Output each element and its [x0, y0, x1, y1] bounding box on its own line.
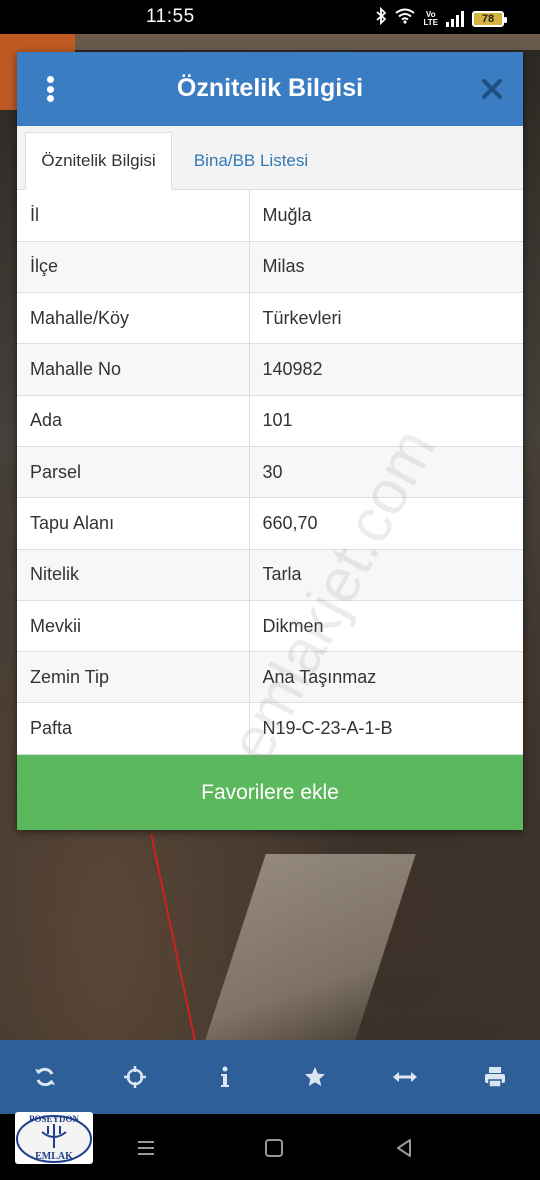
table-row: Ada 101: [17, 395, 523, 447]
attribute-key: Mevkii: [17, 600, 250, 653]
attribute-value: 30: [249, 446, 523, 499]
attribute-key: Pafta: [17, 702, 250, 755]
logo-bottom-text: EMLAK: [35, 1151, 73, 1162]
status-icons: Vo LTE 78: [375, 6, 507, 30]
map-road: [194, 854, 416, 1040]
dialog-title: Öznitelik Bilgisi: [176, 74, 364, 102]
logo-top-text: POSEYDON: [29, 1114, 80, 1124]
attribute-key: Parsel: [17, 446, 250, 499]
status-bar: 11:55 Vo LTE 78: [0, 0, 540, 34]
attribute-value: N19-C-23-A-1-B: [249, 702, 523, 755]
attribute-key: Zemin Tip: [17, 651, 250, 704]
attribute-value: 140982: [249, 343, 523, 396]
attribute-value: Türkevleri: [249, 292, 523, 345]
add-favorite-button[interactable]: Favorilere ekle: [17, 755, 523, 830]
crosshair-icon[interactable]: [113, 1055, 157, 1099]
table-row: Tapu Alanı 660,70: [17, 497, 523, 550]
refresh-icon[interactable]: [23, 1055, 67, 1099]
attribute-key: Nitelik: [17, 549, 250, 601]
dialog-header: Öznitelik Bilgisi: [17, 52, 523, 126]
tab-building-list[interactable]: Bina/BB Listesi: [177, 132, 325, 190]
info-icon[interactable]: [203, 1055, 247, 1099]
table-row: İlçe Milas: [17, 241, 523, 294]
attribute-value: 101: [249, 395, 523, 447]
attribute-key: Mahalle/Köy: [17, 292, 250, 345]
table-row: Zemin Tip Ana Taşınmaz: [17, 651, 523, 704]
attribute-key: İlçe: [17, 241, 250, 294]
attribute-value: Dikmen: [249, 600, 523, 653]
attribute-key: Tapu Alanı: [17, 497, 250, 550]
volte-icon: Vo LTE: [423, 9, 438, 27]
attribute-table: İl Muğla İlçe Milas Mahalle/Köy Türkevleri Mah…: [17, 190, 523, 755]
table-row: Mahalle No 140982: [17, 343, 523, 396]
table-row: Nitelik Tarla: [17, 549, 523, 601]
attribute-value: 660,70: [249, 497, 523, 550]
attribute-value: Milas: [249, 241, 523, 294]
map-strip: [0, 34, 540, 50]
close-icon[interactable]: [479, 76, 505, 102]
attribute-key: Mahalle No: [17, 343, 250, 396]
home-icon[interactable]: [260, 1134, 288, 1162]
measure-icon[interactable]: [383, 1055, 427, 1099]
table-row: Parsel 30: [17, 446, 523, 499]
attribute-value: Muğla: [249, 190, 523, 242]
poseydon-logo: POSEYDON EMLAK: [15, 1112, 93, 1164]
parcel-boundary-line: [150, 833, 202, 1040]
table-row: Pafta N19-C-23-A-1-B: [17, 702, 523, 755]
star-icon[interactable]: [293, 1055, 337, 1099]
table-row: İl Muğla: [17, 190, 523, 242]
recent-apps-icon[interactable]: [132, 1134, 160, 1162]
signal-icon: [446, 10, 464, 27]
attribute-dialog: Öznitelik Bilgisi Öznitelik Bilgisi Bina…: [17, 52, 523, 830]
wifi-icon: [395, 8, 416, 29]
attribute-value: Ana Taşınmaz: [249, 651, 523, 704]
battery-icon: 78: [472, 10, 507, 27]
table-row: Mevkii Dikmen: [17, 600, 523, 653]
attribute-value: Tarla: [249, 549, 523, 601]
bluetooth-icon: [375, 6, 387, 30]
print-icon[interactable]: [473, 1055, 517, 1099]
attribute-key: İl: [17, 190, 250, 242]
table-row: Mahalle/Köy Türkevleri: [17, 292, 523, 345]
dialog-tabs: Öznitelik Bilgisi Bina/BB Listesi: [17, 126, 523, 190]
status-time: 11:55: [146, 6, 195, 27]
tab-attribute-info[interactable]: Öznitelik Bilgisi: [25, 132, 172, 190]
back-icon[interactable]: [390, 1134, 418, 1162]
attribute-key: Ada: [17, 395, 250, 447]
bottom-toolbar: [0, 1040, 540, 1114]
